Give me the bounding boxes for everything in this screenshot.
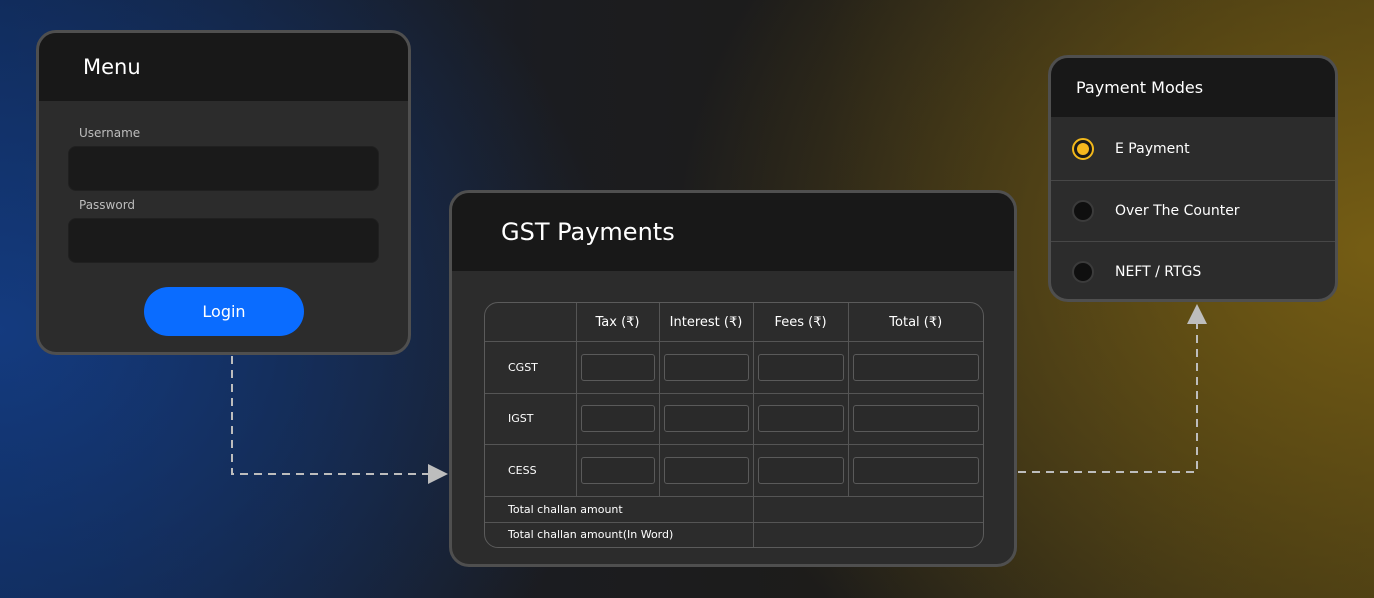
cess-total-input[interactable]: [852, 456, 979, 484]
password-input[interactable]: [68, 218, 379, 263]
payment-modes-header: Payment Modes: [1051, 58, 1335, 117]
payment-modes-panel: Payment Modes E Payment Over The Counter…: [1048, 55, 1338, 302]
table-row-total-challan: Total challan amount: [485, 495, 983, 523]
gst-payments-panel: GST Payments Tax (₹) Interest (₹) Fees (…: [449, 190, 1017, 567]
payment-mode-label: E Payment: [1115, 140, 1190, 157]
payment-mode-neft-rtgs[interactable]: NEFT / RTGS: [1051, 242, 1335, 299]
table-row-cess: CESS: [485, 444, 983, 497]
radio-selected-icon[interactable]: [1072, 137, 1094, 160]
payment-mode-label: NEFT / RTGS: [1115, 264, 1202, 280]
login-button[interactable]: Login: [144, 287, 304, 336]
gst-panel-header: GST Payments: [452, 193, 1014, 271]
column-header-total: Total (₹): [847, 303, 983, 342]
gst-panel-title: GST Payments: [501, 218, 675, 246]
row-label-cess: CESS: [485, 444, 577, 497]
payment-mode-over-the-counter[interactable]: Over The Counter: [1051, 181, 1335, 242]
cess-interest-input[interactable]: [663, 456, 749, 484]
password-label: Password: [79, 198, 136, 212]
cgst-fees-input[interactable]: [757, 353, 844, 381]
username-input[interactable]: [68, 146, 379, 191]
row-label-igst: IGST: [485, 392, 577, 446]
total-challan-value: [752, 495, 983, 523]
table-row-total-challan-words: Total challan amount(In Word): [485, 521, 983, 547]
payment-modes-title: Payment Modes: [1076, 78, 1204, 97]
cess-tax-input[interactable]: [580, 456, 655, 484]
igst-interest-input[interactable]: [663, 405, 749, 433]
igst-total-input[interactable]: [852, 405, 979, 433]
row-label-cgst: CGST: [485, 341, 577, 394]
gst-table: Tax (₹) Interest (₹) Fees (₹) Total (₹) …: [484, 302, 984, 548]
table-row-igst: IGST: [485, 392, 983, 446]
username-label: Username: [79, 126, 141, 140]
igst-fees-input[interactable]: [757, 405, 844, 433]
cgst-tax-input[interactable]: [580, 353, 655, 381]
table-header-row: Tax (₹) Interest (₹) Fees (₹) Total (₹): [485, 303, 983, 342]
login-panel-title: Menu: [83, 55, 141, 79]
cess-fees-input[interactable]: [757, 456, 844, 484]
login-panel: Menu Username Password Login: [36, 30, 411, 355]
column-header-fees: Fees (₹): [752, 303, 849, 342]
total-challan-label: Total challan amount: [485, 495, 754, 523]
column-header: [485, 303, 577, 342]
table-row-cgst: CGST: [485, 341, 983, 394]
cgst-interest-input[interactable]: [663, 353, 749, 381]
cgst-total-input[interactable]: [852, 353, 979, 381]
payment-mode-label: Over The Counter: [1115, 203, 1240, 219]
column-header-tax: Tax (₹): [575, 303, 660, 342]
igst-tax-input[interactable]: [580, 405, 655, 433]
radio-icon[interactable]: [1072, 261, 1094, 283]
login-to-gst-arrow: [231, 356, 448, 484]
login-panel-header: Menu: [39, 33, 408, 101]
payment-mode-e-payment[interactable]: E Payment: [1051, 117, 1335, 181]
gst-to-modes-arrow: [1018, 304, 1207, 473]
total-challan-words-label: Total challan amount(In Word): [485, 521, 754, 547]
total-challan-words-value: [752, 521, 983, 547]
radio-icon[interactable]: [1072, 200, 1094, 222]
column-header-interest: Interest (₹): [658, 303, 754, 342]
